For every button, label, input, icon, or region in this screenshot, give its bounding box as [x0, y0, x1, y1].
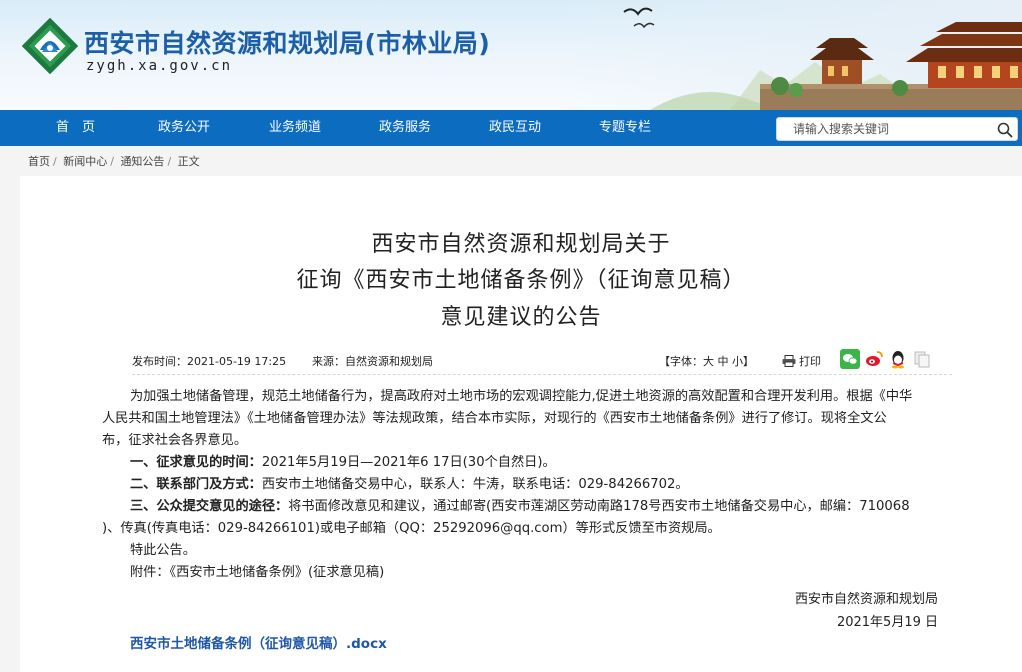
qq-icon[interactable] [888, 349, 908, 369]
font-size-large[interactable]: 大 [703, 355, 714, 368]
font-size-medium[interactable]: 中 [718, 355, 729, 368]
header-banner: 西安市自然资源和规划局(市林业局) zygh.xa.gov.cn [0, 0, 1022, 110]
print-button[interactable]: 打印 [782, 353, 821, 369]
intro-line-3: 布，征求社会各界意见。 [102, 433, 248, 448]
attachment-note: 附件：《西安市土地储备条例》(征求意见稿) [130, 565, 385, 580]
site-title[interactable]: 西安市自然资源和规划局(市林业局) [84, 24, 490, 60]
article-title-line-2: 征询《西安市土地储备条例》（征询意见稿） [296, 268, 746, 293]
breadcrumb-news-center[interactable]: 新闻中心 [63, 155, 107, 168]
breadcrumb: 首页 / 新闻中心 / 通知公告 / 正文 [28, 153, 200, 169]
print-label: 打印 [799, 355, 821, 368]
item-3-continued: )、传真(传真电话：029-84266101)或电子邮箱（QQ：25292096… [102, 521, 721, 536]
item-1-text: 2021年5月19日—2021年6 17日(30个自然日)。 [261, 455, 556, 470]
site-domain: zygh.xa.gov.cn [86, 58, 233, 74]
copy-icon[interactable] [912, 349, 932, 369]
intro-line-2: 人民共和国土地管理法》《土地储备管理办法》等法规政策，结合本市实际，对现行的《西… [102, 411, 887, 426]
nav-item-topics[interactable]: 专题专栏 [599, 110, 651, 146]
article-meta: 发布时间：2021-05-19 17:25 来源：自然资源和规划局 【字体：大 … [132, 349, 952, 371]
breadcrumb-current: 正文 [177, 155, 200, 168]
item-1: 一、征求意见的时间：2021年5月19日—2021年6 17日(30个自然日)。 [130, 452, 970, 474]
item-2-label: 二、联系部门及方式： [130, 477, 262, 492]
breadcrumb-notices[interactable]: 通知公告 [120, 155, 164, 168]
article-panel: 西安市自然资源和规划局关于 征询《西安市土地储备条例》（征询意见稿） 意见建议的… [20, 176, 1022, 672]
scenery-illustration-icon [623, 7, 1022, 110]
font-size-small[interactable]: 小 [732, 355, 743, 368]
item-1-label: 一、征求意见的时间： [130, 455, 262, 470]
signature-date: 2021年5月19 日 [836, 615, 938, 630]
article-title-line-3: 意见建议的公告 [440, 305, 602, 330]
nav-item-home[interactable]: 首 页 [56, 110, 95, 146]
item-3: 三、公众提交意见的途径：将书面修改意见和建议，通过邮寄(西安市莲湖区劳动南路17… [130, 496, 970, 518]
item-2-text: 西安市土地储备交易中心，联系人：牛涛，联系电话：029-84266702。 [261, 477, 689, 492]
article-source: 来源：自然资源和规划局 [312, 355, 433, 368]
nav-item-interaction[interactable]: 政民互动 [489, 110, 541, 146]
site-logo-icon[interactable] [22, 18, 78, 74]
closing-text: 特此公告。 [130, 543, 196, 558]
search-input[interactable] [783, 119, 983, 139]
meta-divider [132, 374, 952, 375]
article-title-line-1: 西安市自然资源和规划局关于 [371, 232, 671, 257]
breadcrumb-home[interactable]: 首页 [28, 155, 50, 168]
publish-time: 发布时间：2021-05-19 17:25 [132, 355, 287, 368]
font-label-prefix: 【字体： [659, 355, 703, 368]
font-label-suffix: 】 [743, 355, 754, 368]
item-3-label: 三、公众提交意见的途径： [130, 499, 289, 514]
search-box [776, 117, 1018, 141]
font-size-switcher: 【字体：大 中 小】 [659, 353, 754, 369]
intro-line-1: 为加强土地储备管理，规范土地储备行为，提高政府对土地市场的宏观调控能力,促进土地… [130, 389, 913, 404]
search-icon[interactable] [996, 121, 1014, 139]
weibo-icon[interactable] [864, 349, 884, 369]
breadcrumb-separator: / [167, 155, 172, 168]
nav-item-business[interactable]: 业务频道 [269, 110, 321, 146]
breadcrumb-separator: / [110, 155, 114, 168]
nav-item-government-affairs[interactable]: 政务公开 [158, 110, 210, 146]
nav-item-services[interactable]: 政务服务 [379, 110, 431, 146]
item-3-text-1: 将书面修改意见和建议，通过邮寄(西安市莲湖区劳动南路178号西安市土地储备交易中… [288, 499, 910, 514]
attachment-download-link[interactable]: 西安市土地储备条例（征询意见稿）.docx [130, 632, 387, 652]
wechat-icon[interactable] [840, 349, 860, 369]
breadcrumb-separator: / [53, 155, 57, 168]
item-2: 二、联系部门及方式：西安市土地储备交易中心，联系人：牛涛，联系电话：029-84… [130, 474, 970, 496]
printer-icon [782, 355, 796, 367]
signature-org: 西安市自然资源和规划局 [794, 592, 938, 607]
